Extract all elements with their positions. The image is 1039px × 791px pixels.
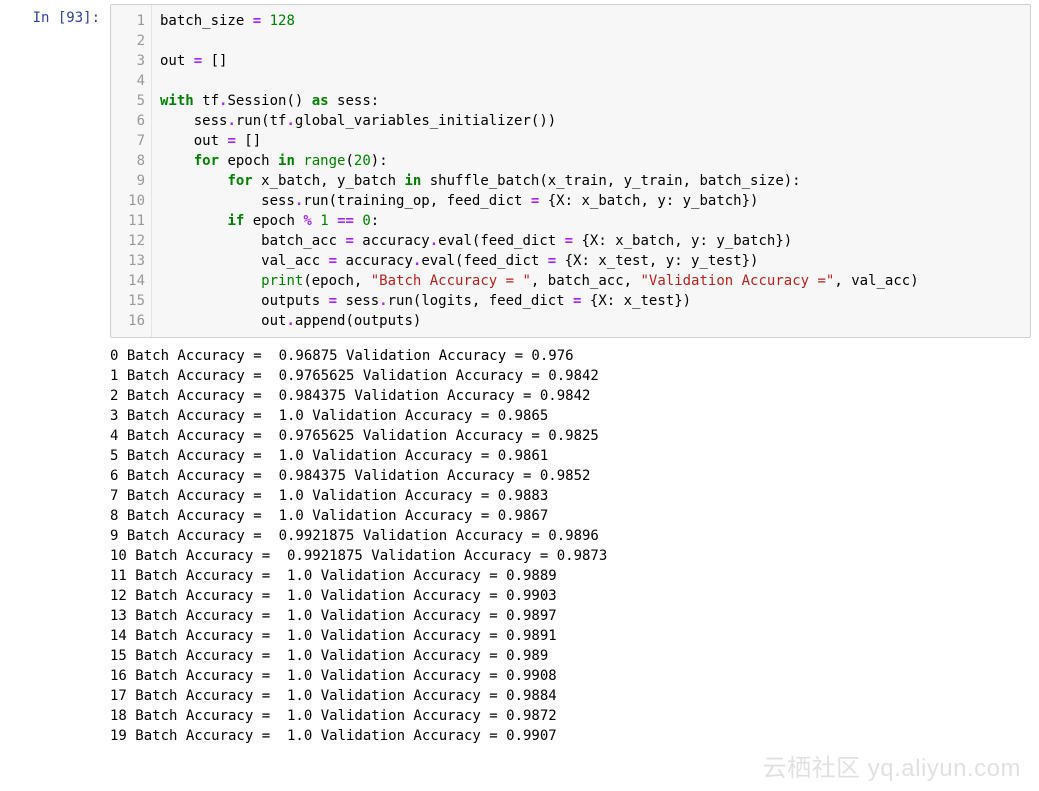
code-line[interactable]: batch_acc = accuracy.eval(feed_dict = {X…: [160, 231, 1022, 251]
code-line[interactable]: outputs = sess.run(logits, feed_dict = {…: [160, 291, 1022, 311]
input-prompt: In [93]:: [0, 4, 110, 338]
line-number-gutter: 12345678910111213141516: [111, 5, 152, 337]
code-line[interactable]: val_acc = accuracy.eval(feed_dict = {X: …: [160, 251, 1022, 271]
line-number: 14: [111, 271, 145, 291]
stdout-output: 0 Batch Accuracy = 0.96875 Validation Ac…: [110, 338, 1039, 754]
code-line[interactable]: for x_batch, y_batch in shuffle_batch(x_…: [160, 171, 1022, 191]
code-input-area[interactable]: 12345678910111213141516 batch_size = 128…: [110, 4, 1031, 338]
code-line[interactable]: out.append(outputs): [160, 311, 1022, 331]
line-number: 16: [111, 311, 145, 331]
code-line[interactable]: if epoch % 1 == 0:: [160, 211, 1022, 231]
line-number: 6: [111, 111, 145, 131]
code-line[interactable]: out = []: [160, 131, 1022, 151]
line-number: 10: [111, 191, 145, 211]
code-line[interactable]: [160, 71, 1022, 91]
code-line[interactable]: sess.run(tf.global_variables_initializer…: [160, 111, 1022, 131]
code-line[interactable]: [160, 31, 1022, 51]
code-line[interactable]: with tf.Session() as sess:: [160, 91, 1022, 111]
line-number: 12: [111, 231, 145, 251]
watermark: 云栖社区 yq.aliyun.com: [763, 748, 1021, 783]
code-line[interactable]: sess.run(training_op, feed_dict = {X: x_…: [160, 191, 1022, 211]
output-prompt: [0, 338, 110, 754]
line-number: 8: [111, 151, 145, 171]
line-number: 13: [111, 251, 145, 271]
line-number: 7: [111, 131, 145, 151]
output-cell: 0 Batch Accuracy = 0.96875 Validation Ac…: [0, 338, 1039, 754]
code-line[interactable]: batch_size = 128: [160, 11, 1022, 31]
line-number: 9: [111, 171, 145, 191]
line-number: 4: [111, 71, 145, 91]
code-line[interactable]: for epoch in range(20):: [160, 151, 1022, 171]
line-number: 1: [111, 11, 145, 31]
code-editor[interactable]: batch_size = 128 out = [] with tf.Sessio…: [152, 5, 1030, 337]
line-number: 3: [111, 51, 145, 71]
line-number: 15: [111, 291, 145, 311]
line-number: 2: [111, 31, 145, 51]
code-line[interactable]: print(epoch, "Batch Accuracy = ", batch_…: [160, 271, 1022, 291]
line-number: 11: [111, 211, 145, 231]
line-number: 5: [111, 91, 145, 111]
code-cell: In [93]: 12345678910111213141516 batch_s…: [0, 0, 1039, 338]
code-line[interactable]: out = []: [160, 51, 1022, 71]
